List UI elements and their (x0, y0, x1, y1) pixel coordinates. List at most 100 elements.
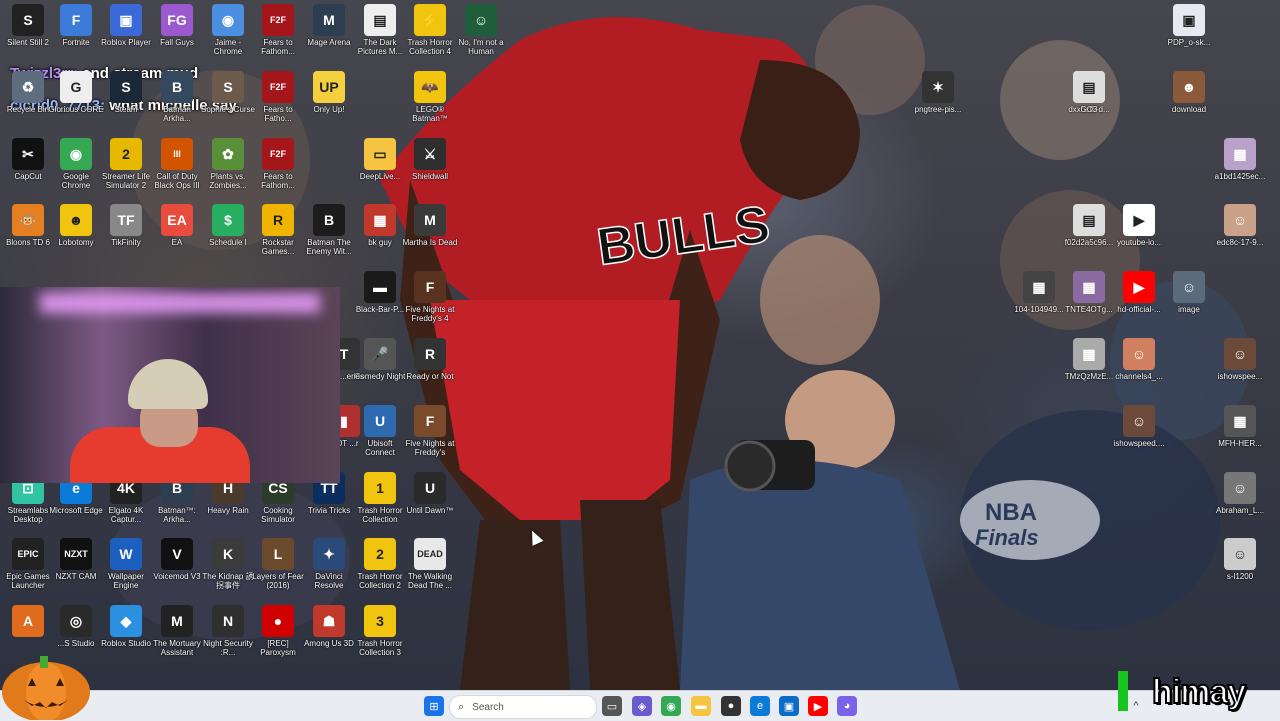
desktop-icon[interactable]: ⚔ Shieldwall (402, 138, 458, 192)
desktop-icon[interactable]: ● [REC] Paroxysm (250, 605, 306, 659)
desktop-icon[interactable]: ☻ download (1161, 71, 1217, 125)
desktop-icon-label: The Kidnap 誘拐事件 (202, 572, 254, 590)
discord-icon[interactable]: ◕ (837, 696, 857, 716)
desktop-icon[interactable]: B Batman The Enemy Wit... (301, 204, 357, 258)
desktop-icon[interactable]: F Five Nights at Freddy's (402, 405, 458, 459)
desktop-icon[interactable]: 3 Trash Horror Collection 3 (352, 605, 408, 659)
desktop-icon[interactable]: UP Only Up! (301, 71, 357, 125)
desktop-icon-label: Roblox Studio (101, 639, 151, 648)
app-icon: 1 (364, 472, 396, 504)
desktop-icon[interactable]: ☺ Abraham_L... (1212, 472, 1268, 526)
desktop-icon[interactable]: F Five Nights at Freddy's 4 (402, 271, 458, 325)
desktop-icon-label: LEGO® Batman™ (412, 105, 448, 123)
app-icon: ✿ (212, 138, 244, 170)
desktop-icon[interactable]: EA EA (149, 204, 205, 258)
desktop-icon[interactable]: M The Mortuary Assistant (149, 605, 205, 659)
desktop-icon[interactable]: ▶ hd-official-... (1111, 271, 1167, 325)
desktop-icon[interactable]: ☺ edc8c-17-9... (1212, 204, 1268, 258)
desktop-icon[interactable]: G Glorious CORE (48, 71, 104, 125)
desktop-icon[interactable]: ▦ a1bd1425ec... (1212, 138, 1268, 192)
desktop-icon[interactable]: ✦ DaVinci Resolve (301, 538, 357, 592)
obs-icon[interactable]: ● (721, 696, 741, 716)
desktop-icon[interactable]: B Batman Arkha... (149, 71, 205, 125)
desktop-icon[interactable]: ▤ The Dark Pictures M... (352, 4, 408, 58)
desktop-icon[interactable]: R Rockstar Games... (250, 204, 306, 258)
app-icon: ☺ (1224, 472, 1256, 504)
desktop-icon[interactable]: ☺ ishowspeed.... (1111, 405, 1167, 459)
desktop-icon[interactable]: ▶ youtube-lo... (1111, 204, 1167, 258)
desktop-icon[interactable]: ⚡ Trash Horror Collection 4 (402, 4, 458, 58)
desktop-icon[interactable]: 2 Trash Horror Collection 2 (352, 538, 408, 592)
app-icon: L (262, 538, 294, 570)
desktop-icon[interactable]: N Night Security :R... (200, 605, 256, 659)
desktop-icon[interactable]: ◉ Google Chrome (48, 138, 104, 192)
desktop-icon[interactable]: ▦ TMzQzMzE... (1061, 338, 1117, 392)
desktop-icon[interactable]: ☺ image (1161, 271, 1217, 325)
desktop-icon[interactable]: III Call of Duty Black Ops III (149, 138, 205, 192)
desktop-icon[interactable]: ☺ No, I'm not a Human (453, 4, 509, 58)
app-icon: ☺ (1123, 405, 1155, 437)
task-view-icon[interactable]: ▭ (602, 696, 622, 716)
desktop-icon[interactable]: $ Schedule I (200, 204, 256, 258)
file-explorer-icon[interactable]: ▬ (691, 696, 711, 716)
desktop-icon[interactable]: ☗ Among Us 3D (301, 605, 357, 659)
desktop-icon[interactable]: U Until Dawn™ (402, 472, 458, 526)
desktop-icon[interactable]: 🦇 LEGO® Batman™ (402, 71, 458, 125)
desktop-icon[interactable]: M Martha Is Dead (402, 204, 458, 258)
desktop-icon[interactable]: L Layers of Fear (2016) (250, 538, 306, 592)
windows-start-icon[interactable]: ⊞ (424, 696, 444, 716)
desktop-icon[interactable]: ✿ Plants vs. Zombies... (200, 138, 256, 192)
desktop-icon[interactable]: F Fortnite (48, 4, 104, 58)
desktop-icon[interactable]: ▦ MFH-HER... (1212, 405, 1268, 459)
desktop-icon[interactable]: ◉ Jaime - Chrome (200, 4, 256, 58)
desktop-icon[interactable]: V Voicemod V3 (149, 538, 205, 592)
desktop-icon[interactable]: ☺ ishowspee... (1212, 338, 1268, 392)
desktop-icon[interactable]: 2 Streamer Life Simulator 2 (98, 138, 154, 192)
desktop-icon[interactable]: W Wallpaper Engine (98, 538, 154, 592)
desktop-icon[interactable]: ▬ Black-Bar-P... (352, 271, 408, 325)
edge-icon[interactable]: e (750, 696, 770, 716)
desktop-icon[interactable]: R Ready or Not (402, 338, 458, 392)
desktop-icon[interactable]: ▦ 104-104949... (1011, 271, 1067, 325)
desktop-icon[interactable]: ▣ PDP_o-sk... (1161, 4, 1217, 58)
store-icon[interactable]: ▣ (779, 696, 799, 716)
taskbar-search-box[interactable]: ⌕ Search (449, 695, 597, 719)
copilot-icon[interactable]: ◈ (632, 696, 652, 716)
desktop-icon[interactable]: ☺ s-l1200 (1212, 538, 1268, 592)
desktop-icon[interactable]: DEAD The Walking Dead The ... (402, 538, 458, 592)
desktop-icon[interactable]: ▦ TNTE4OTg... (1061, 271, 1117, 325)
desktop-icon[interactable]: S Sophie's Curse (200, 71, 256, 125)
desktop-icon-label: Abraham_L... (1215, 506, 1265, 515)
desktop-icon[interactable]: ▣ Roblox Player (98, 4, 154, 58)
desktop-icon[interactable]: NZXT NZXT CAM (48, 538, 104, 592)
app-icon: ▦ (1023, 271, 1055, 303)
desktop-icon[interactable]: ☻ Lobotomy (48, 204, 104, 258)
desktop-icon[interactable]: F2F Fears to Fatho... (250, 71, 306, 125)
desktop-icon[interactable]: ▤ GO3 (1061, 71, 1117, 125)
desktop-icon-label: Roblox Player (101, 38, 151, 47)
desktop-icon[interactable]: ▭ DeepLive... (352, 138, 408, 192)
app-icon: F (414, 405, 446, 437)
chrome-icon[interactable]: ◉ (661, 696, 681, 716)
desktop-icon-label: Sophie's Curse (201, 105, 255, 114)
desktop-icon[interactable]: ▦ bk guy (352, 204, 408, 258)
desktop-icon[interactable]: ▤ f02d2a5c96... (1061, 204, 1117, 258)
desktop-icon[interactable]: F2F Fears to Fathom... (250, 4, 306, 58)
youtube-icon[interactable]: ▶ (808, 696, 828, 716)
desktop-icon[interactable]: M Mage Arena (301, 4, 357, 58)
app-icon: ● (262, 605, 294, 637)
desktop-icon[interactable]: 1 Trash Horror Collection (352, 472, 408, 526)
tray-caret-icon[interactable]: ^ (1126, 696, 1146, 716)
desktop-icon[interactable]: K The Kidnap 誘拐事件 (200, 538, 256, 592)
desktop-icon[interactable]: F2F Fears to Fathom... (250, 138, 306, 192)
desktop-icon[interactable]: FG Fall Guys (149, 4, 205, 58)
app-icon: FG (161, 4, 193, 36)
desktop-icon[interactable]: S Steam (98, 71, 154, 125)
desktop-icon[interactable]: TF TikFinity (98, 204, 154, 258)
desktop-icon[interactable]: ☺ channels4_... (1111, 338, 1167, 392)
desktop-icon-label: Trash Horror Collection (357, 506, 403, 524)
desktop-icon[interactable]: ◆ Roblox Studio (98, 605, 154, 659)
desktop-icon[interactable]: ✶ pngtree-pis... (910, 71, 966, 125)
search-label: Search (472, 701, 504, 713)
search-icon: ⌕ (458, 700, 465, 713)
